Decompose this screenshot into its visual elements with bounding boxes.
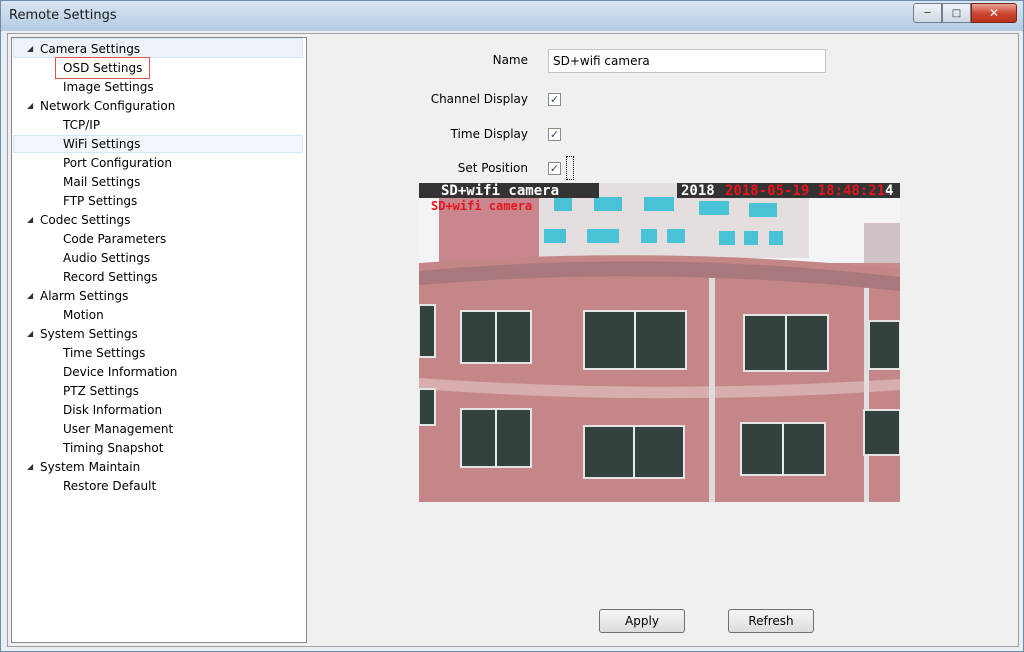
tree-group-alarm-settings[interactable]: ◢ Alarm Settings xyxy=(27,287,129,305)
checkmark-icon: ✓ xyxy=(549,162,560,175)
channel-display-checkbox[interactable]: ✓ xyxy=(548,93,561,106)
tree-group-camera-settings[interactable]: ◢ Camera Settings xyxy=(27,40,141,58)
expand-arrow-icon[interactable]: ◢ xyxy=(27,40,33,58)
tree-item-audio-settings[interactable]: Audio Settings xyxy=(63,249,150,267)
maximize-button[interactable]: □ xyxy=(942,3,971,23)
tree-hover-row xyxy=(13,135,303,153)
focus-rectangle xyxy=(566,156,574,180)
tree-item-tcp-ip[interactable]: TCP/IP xyxy=(63,116,100,134)
tree-group-label: System Settings xyxy=(40,327,138,341)
minimize-button[interactable]: ─ xyxy=(913,3,942,23)
expand-arrow-icon[interactable]: ◢ xyxy=(27,211,33,229)
tree-item-restore-default[interactable]: Restore Default xyxy=(63,477,156,495)
tree-item-device-information[interactable]: Device Information xyxy=(63,363,177,381)
expand-arrow-icon[interactable]: ◢ xyxy=(27,97,33,115)
tree-item-user-management[interactable]: User Management xyxy=(63,420,173,438)
tree-group-network-configuration[interactable]: ◢ Network Configuration xyxy=(27,97,176,115)
tree-item-record-settings[interactable]: Record Settings xyxy=(63,268,158,286)
camera-preview[interactable]: SD+wifi camera SD+wifi camera 2018 2018-… xyxy=(419,183,900,502)
tree-group-label: Camera Settings xyxy=(40,42,141,56)
expand-arrow-icon[interactable]: ◢ xyxy=(27,287,33,305)
tree-group-label: System Maintain xyxy=(40,460,141,474)
tree-item-mail-settings[interactable]: Mail Settings xyxy=(63,173,140,191)
tree-item-code-parameters[interactable]: Code Parameters xyxy=(63,230,166,248)
tree-group-codec-settings[interactable]: ◢ Codec Settings xyxy=(27,211,131,229)
channel-display-label: Channel Display xyxy=(430,92,528,106)
remote-settings-window: Remote Settings ─ □ ✕ ◢ Camera Settings OS… xyxy=(0,0,1024,652)
tree-group-system-maintain[interactable]: ◢ System Maintain xyxy=(27,458,141,476)
tree-item-time-settings[interactable]: Time Settings xyxy=(63,344,145,362)
time-display-label: Time Display xyxy=(450,127,528,141)
osd-time-white-tail: 4 xyxy=(885,183,894,199)
tree-item-timing-snapshot[interactable]: Timing Snapshot xyxy=(63,439,163,457)
set-position-label: Set Position xyxy=(457,161,528,175)
name-input[interactable]: SD+wifi camera xyxy=(548,49,826,73)
window-controls: ─ □ ✕ xyxy=(913,3,1017,23)
refresh-button[interactable]: Refresh xyxy=(728,609,814,633)
osd-time-red: 2018-05-19 18:48:21 xyxy=(725,183,886,199)
osd-channel-name-red: SD+wifi camera xyxy=(431,199,533,213)
maximize-icon: □ xyxy=(951,7,962,19)
tree-item-disk-information[interactable]: Disk Information xyxy=(63,401,162,419)
dialog-client-area: ◢ Camera Settings OSD Settings Image Settin… xyxy=(7,33,1019,647)
set-position-checkbox[interactable]: ✓ xyxy=(548,162,561,175)
minimize-icon: ─ xyxy=(924,7,931,19)
tree-item-ptz-settings[interactable]: PTZ Settings xyxy=(63,382,139,400)
tree-group-label: Codec Settings xyxy=(40,213,131,227)
expand-arrow-icon[interactable]: ◢ xyxy=(27,458,33,476)
tree-item-wifi-settings[interactable]: WiFi Settings xyxy=(63,135,140,153)
osd-channel-name-white: SD+wifi camera xyxy=(441,183,560,199)
osd-time-white: 2018 xyxy=(681,183,715,199)
tree-item-image-settings[interactable]: Image Settings xyxy=(63,78,154,96)
tree-item-ftp-settings[interactable]: FTP Settings xyxy=(63,192,137,210)
checkmark-icon: ✓ xyxy=(549,128,560,141)
close-button[interactable]: ✕ xyxy=(971,3,1017,23)
tree-item-osd-settings[interactable]: OSD Settings xyxy=(63,59,142,77)
tree-item-port-configuration[interactable]: Port Configuration xyxy=(63,154,172,172)
apply-button[interactable]: Apply xyxy=(599,609,685,633)
close-icon: ✕ xyxy=(988,6,1000,20)
name-label: Name xyxy=(492,53,528,67)
camera-frame-image xyxy=(419,183,900,502)
window-title: Remote Settings xyxy=(9,8,117,23)
tree-group-label: Alarm Settings xyxy=(40,289,129,303)
tree-group-system-settings[interactable]: ◢ System Settings xyxy=(27,325,138,343)
osd-settings-panel: Name SD+wifi camera Channel Display ✓ Ti… xyxy=(308,37,1016,643)
tree-item-motion[interactable]: Motion xyxy=(63,306,104,324)
checkmark-icon: ✓ xyxy=(549,93,560,106)
tree-group-label: Network Configuration xyxy=(40,99,176,113)
settings-tree[interactable]: ◢ Camera Settings OSD Settings Image Settin… xyxy=(11,37,307,643)
title-bar[interactable]: Remote Settings ─ □ ✕ xyxy=(1,1,1023,31)
time-display-checkbox[interactable]: ✓ xyxy=(548,128,561,141)
expand-arrow-icon[interactable]: ◢ xyxy=(27,325,33,343)
